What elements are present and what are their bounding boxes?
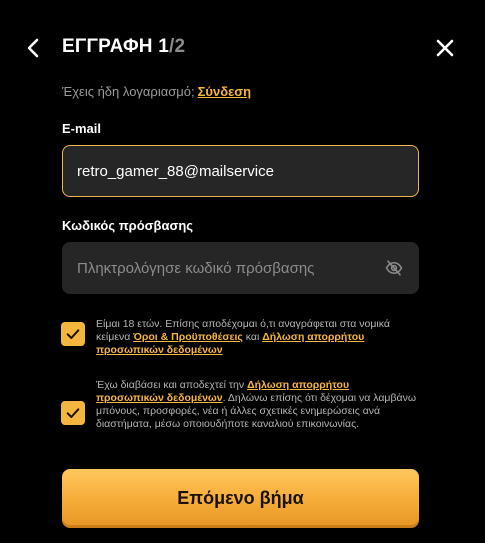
title-text: ΕΓΓΡΑΦΗ — [62, 36, 153, 57]
close-icon — [436, 39, 454, 57]
consent-1-conjunction: και — [242, 331, 263, 343]
step-current: 1 — [158, 36, 169, 57]
next-step-button[interactable]: Επόμενο βήμα — [62, 469, 419, 528]
password-field[interactable] — [62, 242, 419, 294]
close-button[interactable] — [433, 36, 457, 60]
age-terms-consent-text: Είμαι 18 ετών. Επίσης αποδέχομαι ό,τι αν… — [96, 318, 418, 357]
checkmark-icon — [66, 329, 80, 339]
email-field[interactable] — [62, 145, 419, 197]
email-label: E-mail — [62, 121, 102, 136]
eye-off-icon[interactable] — [385, 259, 403, 277]
chevron-left-icon — [27, 38, 39, 58]
checkmark-icon — [66, 408, 80, 418]
header: ΕΓΓΡΑΦΗ 1/2 — [0, 28, 485, 66]
password-label: Κωδικός πρόσβασης — [62, 218, 194, 233]
login-prompt: Έχεις ήδη λογαριασμό; Σύνδεση — [62, 84, 251, 99]
page-title: ΕΓΓΡΑΦΗ 1/2 — [62, 36, 185, 58]
terms-link[interactable]: Όροι & Προϋποθέσεις — [133, 331, 243, 343]
login-prompt-text: Έχεις ήδη λογαριασμό; — [62, 84, 195, 99]
login-link[interactable]: Σύνδεση — [198, 84, 252, 99]
step-total: /2 — [168, 36, 186, 57]
back-button[interactable] — [22, 36, 46, 60]
age-terms-checkbox[interactable] — [61, 322, 85, 346]
marketing-consent-text: Έχω διαβάσει και αποδεχτεί την Δήλωση απ… — [96, 379, 418, 431]
consent-2-text-before: Έχω διαβάσει και αποδεχτεί την — [96, 379, 248, 391]
marketing-consent-checkbox[interactable] — [61, 401, 85, 425]
